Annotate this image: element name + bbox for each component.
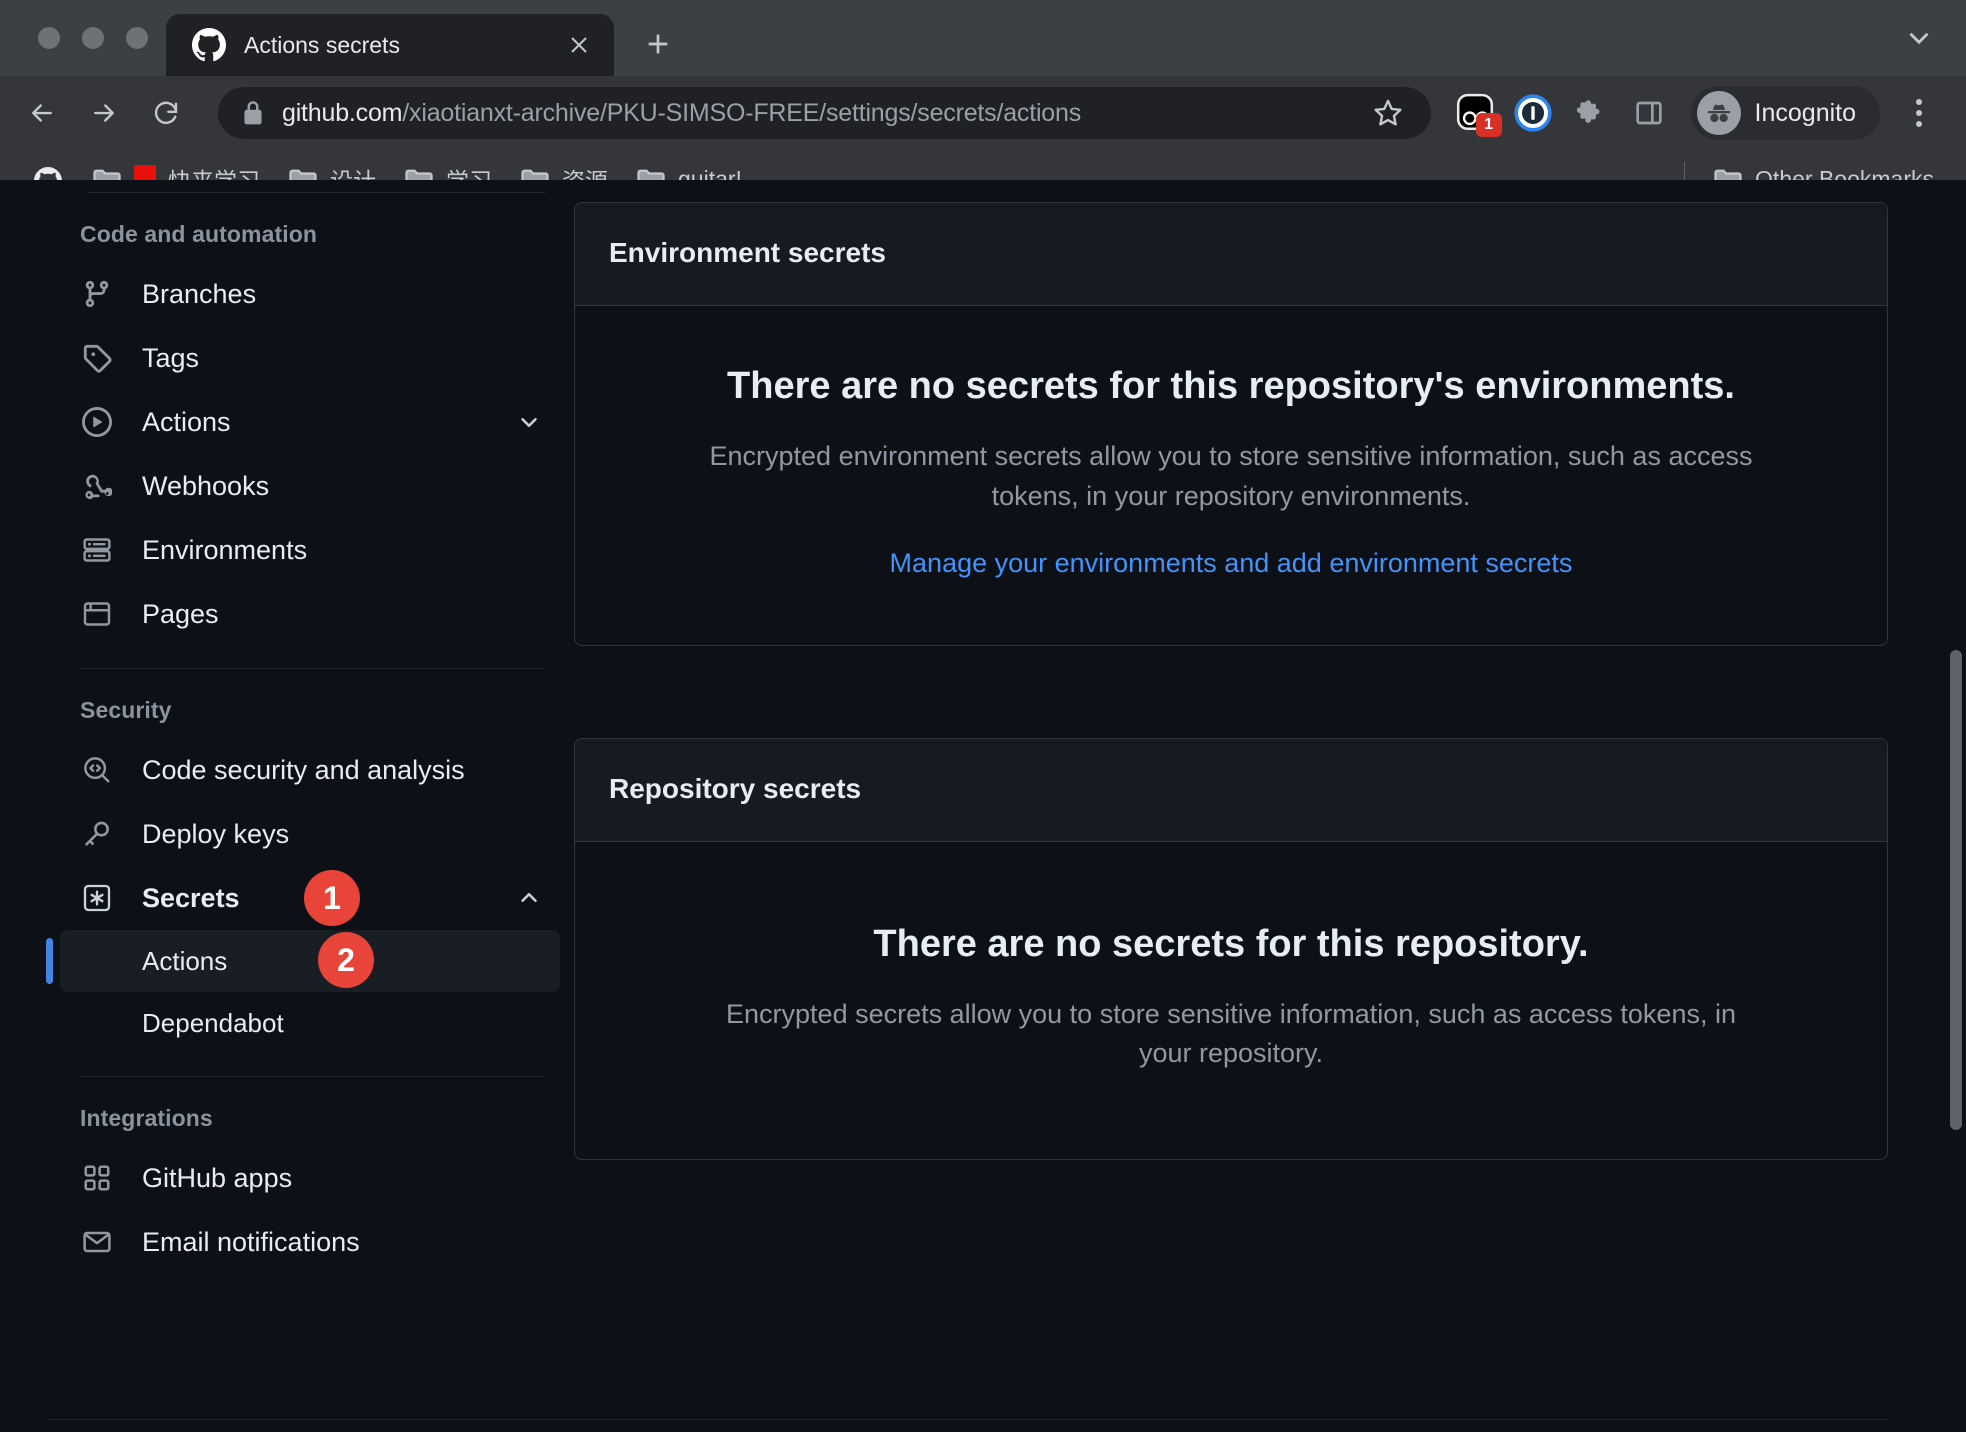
puzzle-icon[interactable]	[1565, 87, 1617, 139]
incognito-icon	[1696, 91, 1741, 135]
sidebar-item-github-apps[interactable]: GitHub apps	[46, 1146, 560, 1210]
tab-title: Actions secrets	[244, 31, 400, 58]
webhook-icon	[80, 469, 114, 503]
browser-toolbar: github.com/xiaotianxt-archive/PKU-SIMSO-…	[0, 76, 1966, 150]
profile-incognito-chip[interactable]: Incognito	[1690, 86, 1880, 140]
sidebar-item-label: Pages	[142, 598, 219, 629]
sidebar-item-deploy-keys[interactable]: Deploy keys	[46, 802, 560, 866]
sidebar-item-actions[interactable]: Actions	[46, 390, 560, 454]
page-bottom-divider	[46, 1419, 1888, 1420]
repository-secrets-blank-description: Encrypted secrets allow you to store sen…	[726, 999, 1736, 1069]
tab-strip: Actions secrets	[0, 0, 1966, 76]
sidebar-item-label: Actions	[142, 406, 231, 437]
extension-icon-black[interactable]: 1	[1449, 87, 1502, 139]
environment-secrets-blank-description: Encrypted environment secrets allow you …	[709, 441, 1753, 511]
play-circle-icon	[80, 405, 114, 439]
sidebar-item-branches[interactable]: Branches	[46, 262, 560, 326]
url-text: github.com/xiaotianxt-archive/PKU-SIMSO-…	[282, 99, 1357, 128]
close-window-button[interactable]	[38, 27, 60, 49]
three-dot-menu-icon[interactable]	[1894, 86, 1944, 140]
server-icon	[80, 533, 114, 567]
repository-secrets-header: Repository secrets	[575, 738, 1887, 842]
browser-tab[interactable]: Actions secrets	[166, 14, 614, 76]
sidebar-item-secrets[interactable]: Secrets 1	[46, 866, 560, 930]
sidebar-subitem-label: Actions	[142, 945, 228, 976]
asterisk-box-icon	[80, 881, 114, 915]
sidebar-item-label: GitHub apps	[142, 1162, 293, 1193]
settings-main-content: Environment secrets There are no secrets…	[560, 180, 1966, 1274]
sidebar-group-title-code-automation: Code and automation	[80, 221, 318, 247]
repository-secrets-card: Repository secrets There are no secrets …	[574, 737, 1888, 1161]
sidebar-item-label: Tags	[142, 342, 200, 373]
chevron-down-icon[interactable]	[514, 407, 544, 437]
settings-sidebar: Code and automation Branches Tags Action…	[0, 180, 560, 1274]
environment-secrets-body: There are no secrets for this repository…	[575, 306, 1887, 645]
sidebar-subitem-dependabot[interactable]: Dependabot	[60, 992, 560, 1054]
sidebar-group-title-security: Security	[80, 697, 172, 723]
annotation-badge-1: 1	[304, 870, 360, 926]
page-scrollbar[interactable]	[1950, 650, 1962, 1130]
key-icon	[80, 817, 114, 851]
page-viewport: Code and automation Branches Tags Action…	[0, 180, 1966, 1432]
sidebar-subitem-actions[interactable]: Actions 2	[46, 930, 560, 992]
sidebar-item-code-security-and-analysis[interactable]: Code security and analysis	[46, 738, 560, 802]
sidebar-group-title-integrations: Integrations	[80, 1105, 213, 1131]
browser-window: Actions secrets github.com/xiaotianxt-ar	[0, 0, 1966, 1432]
reload-icon[interactable]	[138, 85, 194, 141]
branch-icon	[80, 277, 114, 311]
new-tab-button[interactable]	[630, 16, 686, 72]
environment-secrets-header: Environment secrets	[575, 203, 1887, 306]
github-icon	[192, 28, 226, 62]
side-panel-icon[interactable]	[1623, 87, 1675, 139]
forward-arrow-icon[interactable]	[76, 85, 132, 141]
profile-label: Incognito	[1754, 98, 1856, 127]
chevron-up-icon[interactable]	[514, 883, 544, 913]
code-scan-icon	[80, 753, 114, 787]
browser-window-icon	[80, 597, 114, 631]
sidebar-item-environments[interactable]: Environments	[46, 518, 560, 582]
tab-list-button[interactable]	[1902, 0, 1966, 76]
apps-grid-icon	[80, 1161, 114, 1195]
sidebar-subitem-label: Dependabot	[142, 1007, 284, 1038]
sidebar-item-email-notifications[interactable]: Email notifications	[46, 1210, 560, 1274]
environment-secrets-blank-title: There are no secrets for this repository…	[727, 365, 1735, 407]
manage-environments-link[interactable]: Manage your environments and add environ…	[890, 548, 1573, 579]
sidebar-item-label: Webhooks	[142, 470, 270, 501]
environment-secrets-card: Environment secrets There are no secrets…	[574, 202, 1888, 646]
minimize-window-button[interactable]	[82, 27, 104, 49]
tag-icon	[80, 341, 114, 375]
onepassword-icon[interactable]	[1507, 87, 1559, 139]
sidebar-item-label: Branches	[142, 278, 257, 309]
sidebar-item-webhooks[interactable]: Webhooks	[46, 454, 560, 518]
url-host: github.com	[282, 98, 403, 127]
repository-secrets-body: There are no secrets for this repository…	[575, 842, 1887, 1160]
sidebar-item-label: Email notifications	[142, 1226, 360, 1257]
extension-badge-count: 1	[1475, 113, 1502, 137]
maximize-window-button[interactable]	[126, 27, 148, 49]
sidebar-item-pages[interactable]: Pages	[46, 582, 560, 646]
sidebar-item-label: Secrets	[142, 882, 240, 913]
url-path: /xiaotianxt-archive/PKU-SIMSO-FREE/setti…	[402, 98, 1081, 127]
sidebar-item-label: Code security and analysis	[142, 754, 465, 785]
mail-icon	[80, 1225, 114, 1259]
window-controls[interactable]	[28, 0, 166, 76]
annotation-badge-2: 2	[318, 932, 374, 988]
back-arrow-icon[interactable]	[14, 85, 70, 141]
close-icon[interactable]	[562, 28, 596, 62]
star-icon[interactable]	[1371, 96, 1405, 130]
address-bar[interactable]: github.com/xiaotianxt-archive/PKU-SIMSO-…	[218, 87, 1431, 139]
sidebar-item-tags[interactable]: Tags	[46, 326, 560, 390]
lock-icon	[242, 100, 264, 126]
repository-secrets-blank-title: There are no secrets for this repository…	[873, 922, 1589, 965]
sidebar-item-label: Deploy keys	[142, 818, 290, 849]
sidebar-item-label: Environments	[142, 534, 308, 565]
